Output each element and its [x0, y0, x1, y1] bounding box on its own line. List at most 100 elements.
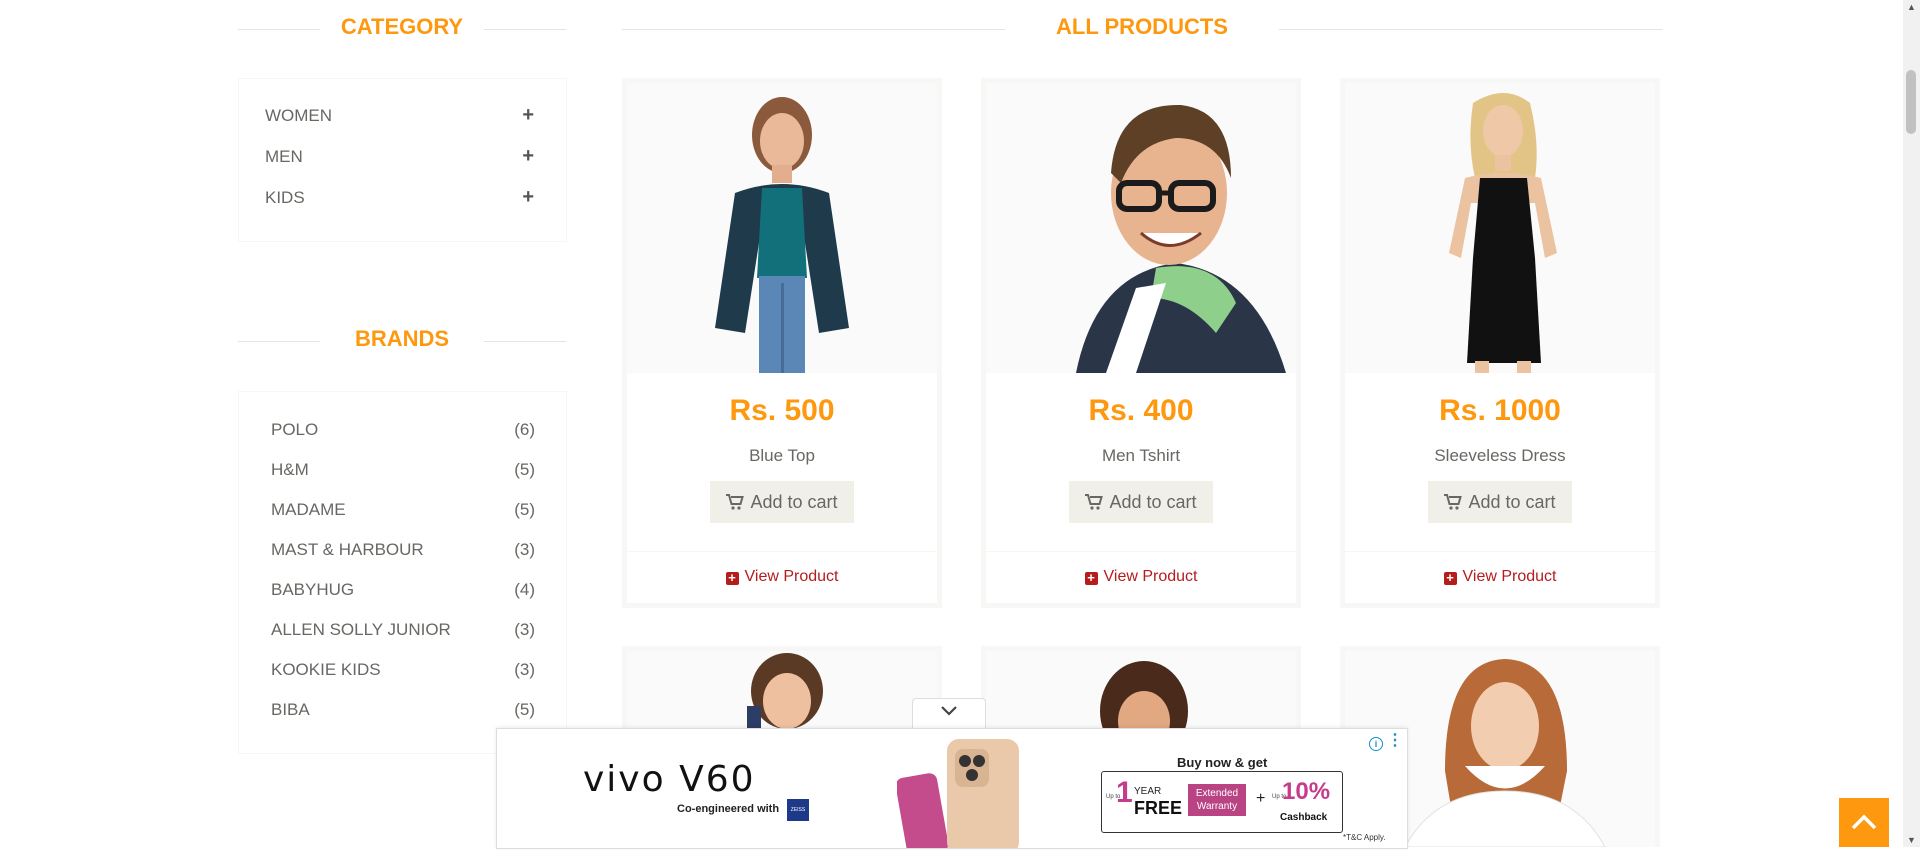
brand-label[interactable]: POLO	[271, 420, 318, 440]
brand-count: (4)	[514, 580, 535, 599]
ad-phone-image	[895, 735, 1037, 853]
ad-offer-cashback: Cashback	[1280, 812, 1328, 823]
view-product-link[interactable]: + View Product	[1345, 568, 1655, 586]
ad-offer-plus: +	[1256, 790, 1266, 807]
category-title-line-right	[484, 29, 566, 30]
scroll-to-top-button[interactable]	[1839, 798, 1889, 847]
brand-label[interactable]: ALLEN SOLLY JUNIOR	[271, 620, 451, 640]
product-price: Rs. 500	[729, 394, 835, 427]
brand-label[interactable]: KOOKIE KIDS	[271, 660, 381, 680]
brand-item-polo[interactable]: POLO (6)	[239, 416, 566, 446]
category-panel: WOMEN + MEN + KIDS +	[238, 78, 567, 242]
plus-square-icon: +	[1443, 571, 1457, 585]
brand-label[interactable]: BIBA	[271, 700, 310, 720]
plus-icon[interactable]: +	[522, 104, 534, 127]
cart-icon	[1444, 483, 1463, 525]
ad-offer-free: FREE	[1134, 798, 1183, 818]
category-title: CATEGORY	[340, 14, 464, 39]
ad-banner[interactable]: vivo V60 Co-engineered with ZEISS Buy no…	[496, 728, 1408, 853]
plus-square-icon: +	[725, 571, 739, 585]
products-title-line-right	[1279, 29, 1663, 30]
ad-tagline: Co-engineered with	[677, 803, 780, 815]
cart-icon	[726, 483, 745, 525]
product-image	[627, 83, 937, 373]
product-price: Rs. 400	[1088, 394, 1194, 427]
category-item-men[interactable]: MEN +	[239, 143, 566, 173]
ad-partner-logo: ZEISS	[787, 799, 809, 821]
ad-offer-box: Up to 1 YEAR FREE Extended Warranty + Up …	[1101, 771, 1343, 833]
brands-panel: POLO (6) H&M (5) MADAME (5) MAST & HARBO…	[238, 391, 567, 754]
brand-item-kookie-kids[interactable]: KOOKIE KIDS (3)	[239, 656, 566, 686]
product-card: Rs. 1000 Sleeveless Dress Add to cart + V…	[1340, 78, 1660, 608]
view-product-label: View Product	[1103, 568, 1198, 585]
brand-count: (3)	[514, 540, 535, 559]
ad-offer-one: 1	[1116, 776, 1133, 809]
brand-item-hm[interactable]: H&M (5)	[239, 456, 566, 486]
ad-offer-pct: 10%	[1282, 778, 1331, 805]
info-icon[interactable]: i	[1369, 737, 1383, 751]
card-divider	[986, 551, 1296, 552]
brand-label[interactable]: MAST & HARBOUR	[271, 540, 424, 560]
chevron-up-icon	[1850, 812, 1878, 837]
product-name: Sleeveless Dress	[1434, 446, 1566, 465]
brand-item-biba[interactable]: BIBA (5)	[239, 696, 566, 726]
brand-item-allen-solly-junior[interactable]: ALLEN SOLLY JUNIOR (3)	[239, 616, 566, 646]
product-image	[986, 83, 1296, 373]
more-options-icon[interactable]: ⋮	[1387, 733, 1403, 749]
card-divider	[627, 551, 937, 552]
ad-offer-year: YEAR	[1134, 786, 1162, 797]
brand-count: (3)	[514, 660, 535, 679]
view-product-link[interactable]: + View Product	[986, 568, 1296, 586]
add-to-cart-button[interactable]: Add to cart	[1428, 481, 1572, 523]
category-item-label: KIDS	[265, 188, 305, 207]
view-product-label: View Product	[744, 568, 839, 585]
add-to-cart-button[interactable]: Add to cart	[710, 481, 854, 523]
category-item-label: WOMEN	[265, 106, 333, 125]
brands-title-line-left	[238, 341, 320, 342]
cart-icon	[1085, 483, 1104, 525]
brand-count: (5)	[514, 460, 535, 479]
brands-title: BRANDS	[354, 326, 450, 351]
card-divider	[1345, 551, 1655, 552]
brand-label[interactable]: H&M	[271, 460, 309, 480]
products-title: ALL PRODUCTS	[1056, 14, 1228, 39]
ad-tnc: *T&C Apply.	[1343, 833, 1386, 842]
category-title-line-left	[238, 29, 320, 30]
add-to-cart-label: Add to cart	[750, 492, 838, 512]
ad-offer-warranty: Extended Warranty	[1188, 784, 1246, 816]
brand-label[interactable]: BABYHUG	[271, 580, 354, 600]
brand-count: (5)	[514, 700, 535, 719]
brands-title-line-right	[484, 341, 566, 342]
product-card: Rs. 400 Men Tshirt Add to cart + View Pro…	[981, 78, 1301, 608]
products-title-line-left	[622, 29, 1005, 30]
product-card: Rs. 500 Blue Top Add to cart + View Produ…	[622, 78, 942, 608]
scroll-down-icon[interactable]: ▼	[1907, 835, 1916, 845]
brand-item-madame[interactable]: MADAME (5)	[239, 496, 566, 526]
add-to-cart-label: Add to cart	[1109, 492, 1197, 512]
category-item-label: MEN	[265, 147, 303, 166]
product-image	[1345, 83, 1655, 373]
brand-count: (6)	[514, 420, 535, 439]
chevron-down-icon	[940, 704, 958, 723]
add-to-cart-button[interactable]: Add to cart	[1069, 481, 1213, 523]
product-name: Blue Top	[749, 446, 815, 465]
category-item-kids[interactable]: KIDS +	[239, 184, 566, 214]
ad-collapse-toggle[interactable]	[912, 698, 986, 730]
brand-label[interactable]: MADAME	[271, 500, 346, 520]
view-product-link[interactable]: + View Product	[627, 568, 937, 586]
scroll-up-icon[interactable]: ▲	[1907, 2, 1916, 12]
plus-icon[interactable]: +	[522, 145, 534, 168]
brand-item-mast-harbour[interactable]: MAST & HARBOUR (3)	[239, 536, 566, 566]
product-price: Rs. 1000	[1439, 394, 1561, 427]
add-to-cart-label: Add to cart	[1468, 492, 1556, 512]
product-name: Men Tshirt	[1101, 446, 1181, 465]
brand-count: (5)	[514, 500, 535, 519]
scrollbar-thumb[interactable]	[1906, 70, 1916, 134]
category-item-women[interactable]: WOMEN +	[239, 102, 566, 132]
view-product-label: View Product	[1462, 568, 1557, 585]
plus-square-icon: +	[1084, 571, 1098, 585]
ad-brand: vivo V60	[583, 759, 756, 800]
brand-count: (3)	[514, 620, 535, 639]
plus-icon[interactable]: +	[522, 186, 534, 209]
brand-item-babyhug[interactable]: BABYHUG (4)	[239, 576, 566, 606]
